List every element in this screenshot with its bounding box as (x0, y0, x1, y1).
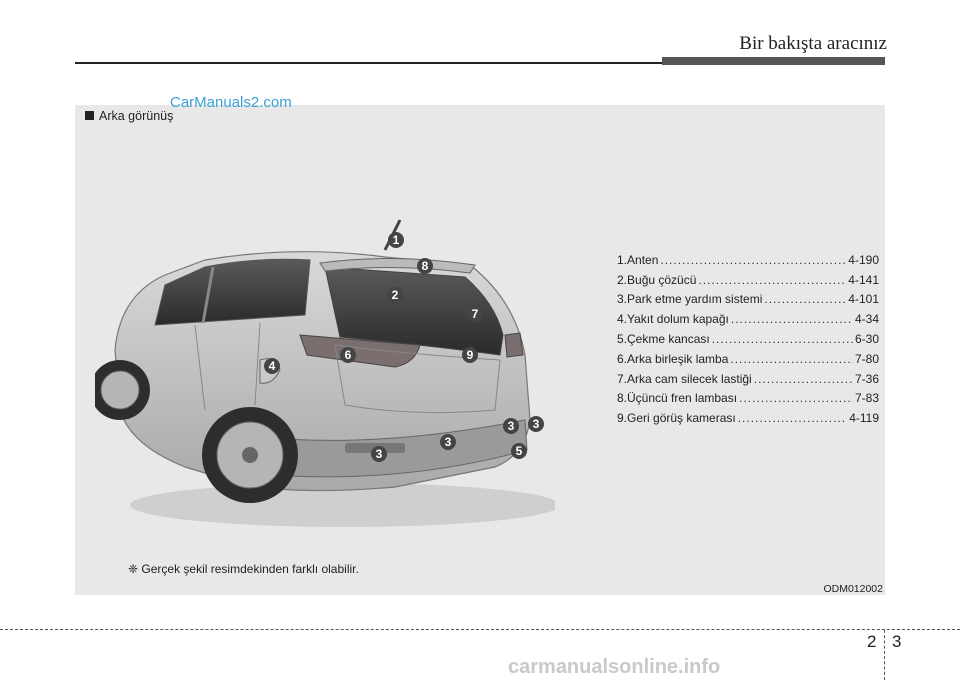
list-item: 6.Arka birleşik lamba7-80 (617, 349, 879, 369)
note-text: Gerçek şekil resimdekinden farklı olabil… (141, 562, 359, 576)
note: ❈ Gerçek şekil resimdekinden farklı olab… (128, 562, 359, 576)
svg-text:8: 8 (422, 259, 429, 273)
footer-rule (0, 629, 960, 630)
section-title: Arka görünüş (85, 109, 173, 123)
callout-list: 1.Anten4-190 2.Buğu çözücü4-141 3.Park e… (617, 250, 879, 428)
callout-badge-5: 5 (511, 443, 527, 459)
svg-text:2: 2 (392, 288, 399, 302)
svg-text:6: 6 (345, 348, 352, 362)
svg-text:4: 4 (269, 359, 276, 373)
list-item: 3.Park etme yardım sistemi4-101 (617, 290, 879, 310)
list-item: 7.Arka cam silecek lastiği7-36 (617, 369, 879, 389)
list-item: 4.Yakıt dolum kapağı4-34 (617, 309, 879, 329)
figure-code: ODM012002 (823, 583, 883, 595)
list-item: 2.Buğu çözücü4-141 (617, 270, 879, 290)
note-symbol-icon: ❈ (128, 562, 139, 576)
list-item: 9.Geri görüş kamerası4-119 (617, 408, 879, 428)
header-rule-accent (662, 57, 885, 65)
callout-badge-6: 6 (340, 347, 356, 363)
svg-text:3: 3 (445, 435, 452, 449)
callout-badge-3a: 3 (503, 418, 519, 434)
page-number-separator (884, 630, 885, 680)
callout-badge-9: 9 (462, 347, 478, 363)
callout-badge-2: 2 (387, 287, 403, 303)
callout-badge-8: 8 (417, 258, 433, 274)
svg-text:7: 7 (472, 307, 479, 321)
list-item: 1.Anten4-190 (617, 250, 879, 270)
callout-badge-1: 1 (388, 232, 404, 248)
list-item: 8.Üçüncü fren lambası7-83 (617, 389, 879, 409)
svg-text:1: 1 (393, 233, 400, 247)
callout-badge-7: 7 (467, 306, 483, 322)
svg-text:5: 5 (516, 444, 523, 458)
svg-text:3: 3 (533, 417, 540, 431)
chapter-number: 2 (867, 632, 877, 651)
list-item: 5.Çekme kancası6-30 (617, 329, 879, 349)
header-title: Bir bakışta aracınız (739, 33, 887, 54)
callout-badge-3c: 3 (440, 434, 456, 450)
section-title-text: Arka görünüş (99, 109, 174, 123)
watermark-top: CarManuals2.com (170, 94, 292, 111)
car-rear-view-illustration: 1 8 2 7 6 9 4 3 3 3 3 5 (95, 219, 555, 527)
svg-text:3: 3 (376, 447, 383, 461)
callout-badge-4: 4 (264, 358, 280, 374)
callout-badge-3b: 3 (528, 416, 544, 432)
svg-text:3: 3 (508, 419, 515, 433)
square-bullet-icon (85, 111, 94, 120)
watermark-bottom: carmanualsonline.info (508, 656, 721, 678)
header-rule (75, 62, 665, 64)
page-number: 3 (892, 632, 902, 651)
svg-text:9: 9 (467, 348, 474, 362)
callout-badge-3d: 3 (371, 446, 387, 462)
